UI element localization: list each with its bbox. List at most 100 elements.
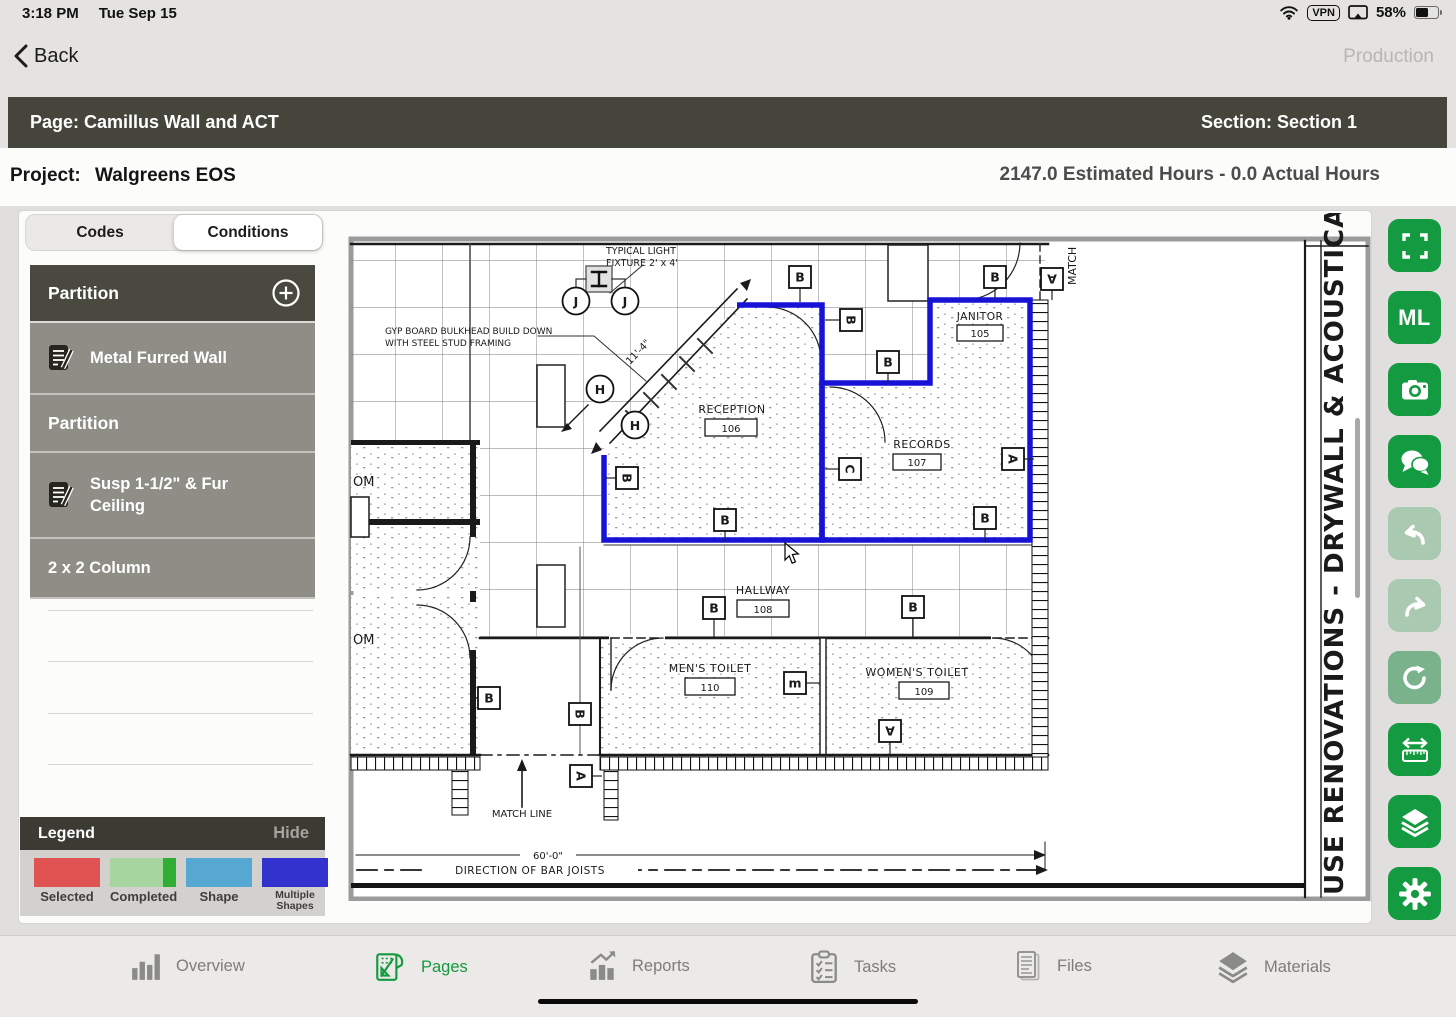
tag-label: A [574,771,589,781]
tab-label: Pages [421,958,468,977]
chat-button[interactable] [1388,435,1441,488]
project-name: Walgreens EOS [95,165,236,187]
circle-tag-label: H [595,382,605,397]
condition-item[interactable]: Metal Furred Wall [30,323,315,393]
tab-reports[interactable]: Reports [586,950,690,982]
condition-item[interactable]: 2 x 2 Column [30,539,315,597]
tab-conditions[interactable]: Conditions [174,215,322,250]
add-condition-icon[interactable] [271,278,301,308]
battery-icon [1414,6,1442,19]
note-typical-light-1: TYPICAL LIGHT [605,246,676,257]
room-name: MEN'S TOILET [669,662,752,675]
rotate-button[interactable] [1388,651,1441,704]
bottom-tab-bar: Overview Pages Reports [0,935,1456,1017]
legend-entry-shape: Shape [186,858,252,916]
overview-icon [130,950,162,982]
tab-tasks[interactable]: Tasks [808,950,896,984]
legend-entry-completed: Completed [110,858,176,916]
tag-label: A [1006,454,1021,464]
project-row: Project: Walgreens EOS 2147.0 Estimated … [0,148,1456,206]
project-label: Project: [10,165,81,187]
undo-button[interactable] [1388,507,1441,560]
sidebar-tabs: Codes Conditions [25,214,323,251]
files-icon [1013,950,1043,982]
tag-label: B [908,600,918,615]
rotate-icon [1399,662,1431,694]
ml-label: ML [1398,305,1431,331]
vpn-badge: VPN [1307,5,1340,21]
ml-button[interactable]: ML [1388,291,1441,344]
legend: Legend Hide Selected Completed Shape Mul… [20,817,325,916]
layers-button[interactable] [1388,795,1441,848]
gear-icon [1398,877,1432,911]
room-number: 105 [970,329,989,340]
legend-hide-button[interactable]: Hide [273,824,309,843]
back-button[interactable]: Back [14,44,78,68]
tag-label: B [980,511,990,526]
tag-label: B [709,601,719,616]
divider [48,764,313,765]
home-indicator[interactable] [538,999,918,1004]
condition-group-header: Partition [30,395,315,451]
tab-files[interactable]: Files [1013,950,1092,982]
redo-button[interactable] [1388,579,1441,632]
legend-label: Shape [186,890,252,904]
tag-label: B [795,270,805,285]
legend-label: Multiple Shapes [262,890,328,912]
room-number: 110 [700,683,719,694]
tab-label: Overview [176,957,245,976]
circle-tag-label: H [630,418,640,433]
room-name: WOMEN'S TOILET [865,666,968,679]
condition-item[interactable]: Susp 1-1/2" & Fur Ceiling [30,453,315,537]
legend-swatch-selected [34,858,100,887]
tab-overview[interactable]: Overview [130,950,245,982]
document-edit-icon [48,480,74,510]
room-number: 108 [753,605,772,616]
room-name: HALLWAY [736,584,790,597]
legend-swatch-multiple [262,858,328,887]
divider [48,610,313,611]
measure-button[interactable] [1388,723,1441,776]
tag-label: B [844,315,859,325]
legend-header: Legend Hide [20,817,325,850]
conditions-panel: Partition Metal Furred Wall Partition [30,265,315,599]
section-title: Section: Section 1 [1201,112,1357,133]
note-match-line: MATCH LINE [492,809,552,820]
condition-group-header: Partition [30,265,315,321]
legend-title: Legend [38,825,95,843]
tag-label: m [788,676,801,691]
tab-materials[interactable]: Materials [1216,950,1331,984]
tag-label: B [573,709,588,719]
note-gyp-1: GYP BOARD BULKHEAD BUILD DOWN [385,327,552,337]
settings-button[interactable] [1388,867,1441,920]
page-header-bar: Page: Camillus Wall and ACT Section: Sec… [8,97,1447,148]
room-name: RECORDS [893,438,951,451]
tab-pages[interactable]: Pages [373,950,468,984]
fullscreen-icon [1400,231,1430,261]
room-name: JANITOR [956,311,1004,323]
condition-label: Susp 1-1/2" & Fur Ceiling [90,473,240,518]
note-typical-light-2: FIXTURE 2' x 4' [606,258,678,269]
divider [48,713,313,714]
group-header-label: Partition [48,283,119,304]
legend-label: Completed [110,890,176,904]
note-gyp-2: WITH STEEL STUD FRAMING [385,339,511,349]
condition-label: 2 x 2 Column [48,557,151,579]
room-fragment-1: OM [353,475,374,490]
document-edit-icon [48,343,74,373]
blueprint-canvas[interactable]: TYPICAL LIGHT FIXTURE 2' x 4' GYP BOARD … [348,213,1371,901]
tag-label: B [990,270,1000,285]
tag-label: B [720,513,730,528]
scroll-indicator[interactable] [1355,418,1360,598]
chat-icon [1399,447,1431,477]
legend-entry-selected: Selected [34,858,100,916]
camera-button[interactable] [1388,363,1441,416]
tab-codes[interactable]: Codes [26,215,174,250]
redo-icon [1400,591,1430,621]
nav-bar: Back Production [0,28,1456,95]
circle-tag-label: J [622,294,628,309]
condition-label: Metal Furred Wall [90,347,227,369]
fullscreen-button[interactable] [1388,219,1441,272]
environment-label: Production [1343,46,1434,68]
tasks-icon [808,950,840,984]
